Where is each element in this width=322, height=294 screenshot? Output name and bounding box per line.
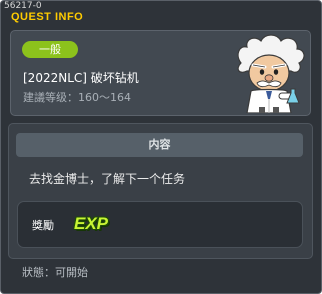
- reward-label: 獎勵: [32, 219, 54, 232]
- quest-content-panel: 内容 去找金博士，了解下一个任务 獎勵 EXP: [8, 123, 313, 259]
- quest-status: 狀態：可開始: [22, 266, 88, 279]
- window-title[interactable]: QUEST INFO: [11, 11, 83, 23]
- quest-title: [2022NLC] 破坏钻机: [23, 71, 139, 85]
- recommended-level: 建議等级：160～164: [23, 91, 131, 104]
- content-header: 内容: [16, 133, 303, 157]
- scientist-npc-icon: [237, 34, 305, 113]
- category-badge: 一般: [22, 41, 78, 58]
- exp-icon[interactable]: EXP: [74, 214, 108, 234]
- quest-info-window: 56217-0 QUEST INFO 一般 [2022NLC] 破坏钻机 建議等…: [0, 0, 322, 294]
- quest-description: 去找金博士，了解下一个任务: [29, 172, 186, 186]
- quest-header-panel: 一般 [2022NLC] 破坏钻机 建議等级：160～164: [10, 30, 311, 116]
- reward-box: 獎勵 EXP: [17, 201, 303, 248]
